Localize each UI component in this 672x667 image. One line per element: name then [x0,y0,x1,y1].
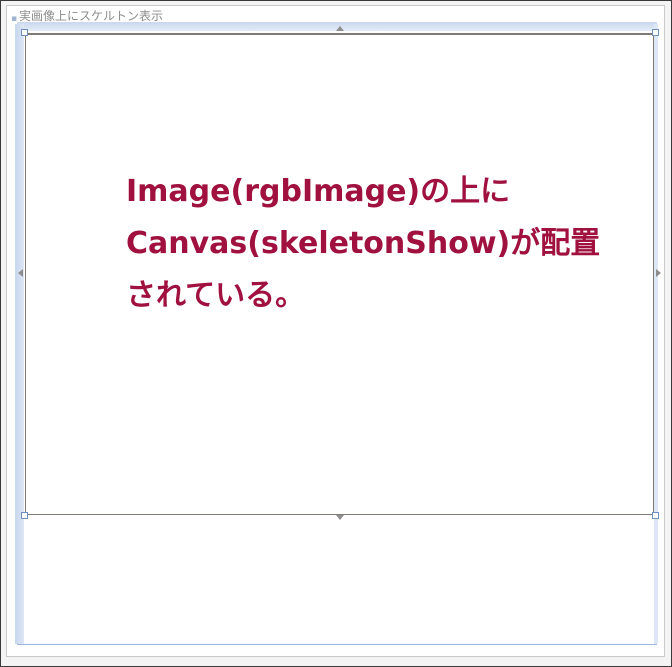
resize-handle-bottom-left[interactable] [21,512,28,519]
arrow-left-icon[interactable] [18,269,23,277]
annotation-line-1: Image(rgbImage)の上に [126,174,511,209]
resize-handle-top-right[interactable] [652,29,659,36]
right-ruler-rail [654,24,658,644]
arrow-up-icon[interactable] [336,26,344,31]
resize-handle-bottom-right[interactable] [652,512,659,519]
resize-handle-top-left[interactable] [21,29,28,36]
arrow-down-icon[interactable] [336,515,344,520]
canvas-annotation: Image(rgbImage)の上に Canvas(skeletonShow)が… [126,166,646,322]
arrow-right-icon[interactable] [656,269,661,277]
annotation-line-3: されている。 [126,278,306,313]
left-ruler-rail[interactable] [15,24,24,644]
annotation-line-2: Canvas(skeletonShow)が配置 [126,226,601,261]
